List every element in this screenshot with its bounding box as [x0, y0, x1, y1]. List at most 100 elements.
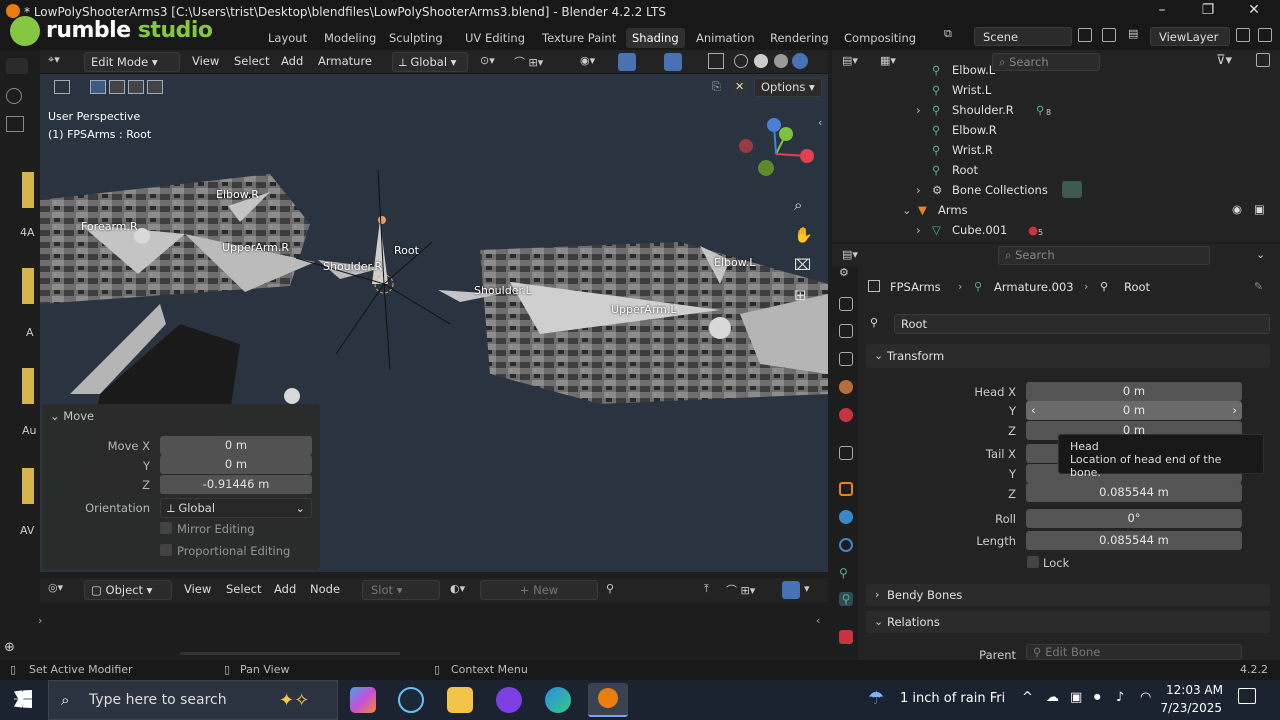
snap-icon[interactable]: ⌒ ⊞▾: [514, 54, 543, 70]
head-y-field[interactable]: ‹ 0 m ›: [1026, 401, 1242, 420]
tab-tool[interactable]: ⚙: [839, 266, 853, 279]
network-icon[interactable]: ◠: [1140, 690, 1151, 705]
wireframe-shading-icon[interactable]: [734, 54, 748, 68]
microphone-icon[interactable]: ⏺: [1094, 690, 1101, 705]
new-material-button[interactable]: + New: [480, 580, 598, 600]
workspace-tab[interactable]: Sculpting: [383, 28, 449, 48]
snap-icon[interactable]: ⌒ ⊞▾: [726, 582, 755, 598]
menu-view[interactable]: View: [192, 54, 219, 72]
roll-field[interactable]: 0°: [1026, 509, 1242, 528]
delete-viewlayer-icon[interactable]: [1258, 28, 1272, 42]
clock-time[interactable]: 12:03 AM: [1166, 683, 1223, 697]
workspace-tab[interactable]: UV Editing: [459, 28, 531, 48]
menu-armature[interactable]: Armature: [318, 54, 372, 72]
pan-view-icon[interactable]: ✋: [794, 226, 813, 244]
material-shading-icon[interactable]: [774, 54, 788, 68]
increment-icon[interactable]: ›: [1232, 401, 1237, 420]
hidden-icons-chevron-icon[interactable]: ^: [1022, 690, 1033, 705]
windows-start-icon[interactable]: [14, 690, 32, 708]
overlay-toggle-icon[interactable]: [664, 53, 682, 71]
perspective-grid-icon[interactable]: ⊞: [794, 286, 807, 304]
tray-app-icon[interactable]: ▣: [1070, 690, 1082, 705]
node-menu-view[interactable]: View: [184, 582, 211, 600]
tab-scene-icon[interactable]: [839, 380, 853, 394]
new-scene-icon[interactable]: [1078, 28, 1092, 42]
chevron-right-icon[interactable]: ›: [916, 103, 921, 117]
orientation-dropdown[interactable]: ⟂ Global ⌄: [160, 498, 312, 518]
clock-date[interactable]: 7/23/2025: [1156, 701, 1222, 715]
viewlayer-icon[interactable]: ▤: [1128, 27, 1148, 45]
edge-browser-icon[interactable]: [545, 687, 571, 713]
zoom-view-icon[interactable]: ⌕: [794, 196, 802, 214]
discord-app-icon[interactable]: [496, 687, 522, 713]
move-x-field[interactable]: 0 m: [160, 436, 312, 455]
workspace-tab[interactable]: Animation: [690, 28, 761, 48]
workspace-tab[interactable]: Compositing: [838, 28, 922, 48]
outliner-row[interactable]: ⚲ Wrist.R: [832, 140, 1280, 160]
workspace-tab[interactable]: Modeling: [318, 28, 382, 48]
bendy-bones-panel-header[interactable]: › Bendy Bones: [866, 584, 1270, 606]
toolbar-toggle-icon[interactable]: ›: [38, 614, 42, 627]
slot-selector[interactable]: Slot ▾: [362, 580, 440, 600]
parent-field[interactable]: ⚲ Edit Bone: [1026, 644, 1242, 660]
close-icon[interactable]: ✕: [1242, 2, 1266, 22]
outliner-row[interactable]: › ⚲ Shoulder.R ⚲ 8: [832, 100, 1280, 120]
tab-world-icon[interactable]: [839, 408, 853, 422]
close-panel-icon[interactable]: ✕: [732, 80, 748, 93]
bone-name-field[interactable]: Root: [894, 314, 1270, 334]
shader-type-selector[interactable]: ▢ Object ▾: [84, 580, 172, 600]
node-menu-add[interactable]: Add: [274, 582, 296, 600]
scene-selector[interactable]: Scene: [974, 27, 1072, 46]
tail-z-field[interactable]: 0.085544 m: [1026, 483, 1242, 502]
mirror-editing-checkbox[interactable]: [160, 522, 172, 534]
onedrive-cloud-icon[interactable]: ☁: [1046, 690, 1059, 705]
chevron-right-icon[interactable]: ›: [916, 183, 921, 197]
xray-toggle-icon[interactable]: ⎘: [712, 80, 721, 94]
workspace-tab[interactable]: Rendering: [764, 28, 835, 48]
eye-visibility-icon[interactable]: ◉: [1232, 202, 1242, 216]
viewlayer-selector[interactable]: ViewLayer: [1150, 27, 1230, 46]
tab-output-icon[interactable]: [839, 324, 853, 338]
tab-bone-icon[interactable]: ⚲: [839, 592, 853, 606]
new-viewlayer-icon[interactable]: [1236, 28, 1250, 42]
chevron-down-icon[interactable]: ⌄: [902, 203, 912, 217]
move-y-field[interactable]: 0 m: [160, 455, 312, 474]
transform-orientation[interactable]: ⟂ Global ▾: [392, 52, 468, 72]
options-dropdown[interactable]: Options ▾: [754, 78, 822, 97]
node-menu-node[interactable]: Node: [310, 582, 340, 600]
workspace-tab[interactable]: Layout: [262, 28, 313, 48]
horizontal-scrollbar[interactable]: [180, 652, 400, 655]
volume-icon[interactable]: ♪: [1116, 690, 1124, 705]
zoom-icon[interactable]: ⊕: [4, 640, 15, 655]
workspace-tab[interactable]: Texture Paint: [536, 28, 622, 48]
decrement-icon[interactable]: ‹: [1031, 401, 1036, 420]
tab-object-icon[interactable]: [839, 482, 853, 496]
scene-icon[interactable]: ⧉: [944, 27, 964, 45]
solid-shading-icon[interactable]: [754, 54, 768, 68]
outliner-row[interactable]: ⚲ Root: [832, 160, 1280, 180]
proportional-editing-checkbox[interactable]: [160, 544, 172, 556]
file-explorer-icon[interactable]: [447, 687, 473, 713]
transform-panel-header[interactable]: ⌄ Transform: [866, 344, 1270, 368]
properties-search-input[interactable]: ⌕ Search: [998, 246, 1210, 265]
length-field[interactable]: 0.085544 m: [1026, 531, 1242, 550]
camera-render-icon[interactable]: ▣: [1254, 202, 1265, 216]
move-z-field[interactable]: -0.91446 m: [160, 475, 312, 494]
head-x-field[interactable]: 0 m: [1026, 382, 1242, 401]
select-invert-icon[interactable]: [147, 80, 163, 94]
tab-constraints-icon[interactable]: [839, 538, 853, 552]
gizmo-toggle-icon[interactable]: [618, 53, 636, 71]
rendered-shading-icon[interactable]: [792, 53, 808, 69]
relations-panel-header[interactable]: ⌄ Relations: [866, 611, 1270, 633]
blender-taskbar-button[interactable]: [588, 683, 628, 717]
tool-settings-icon[interactable]: [6, 88, 22, 104]
mode-selector[interactable]: Edit Mode ▾: [84, 52, 180, 72]
editor-type-icon[interactable]: [6, 58, 28, 74]
tab-view-layer-icon[interactable]: [839, 352, 853, 366]
tab-render-icon[interactable]: [839, 297, 853, 311]
tab-collection-icon[interactable]: [839, 446, 853, 460]
editor-type-icon[interactable]: ⌖▾: [48, 53, 76, 71]
properties-options-icon[interactable]: ⌄: [1256, 248, 1265, 261]
properties-editor-icon[interactable]: ▤▾: [842, 248, 858, 261]
maximize-icon[interactable]: ❐: [1196, 2, 1220, 22]
